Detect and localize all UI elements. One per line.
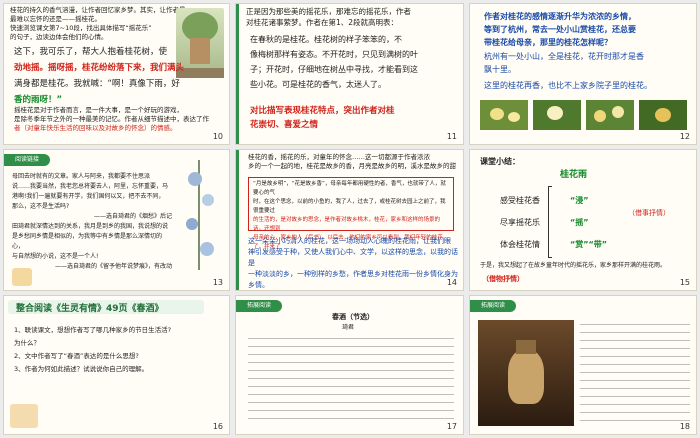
osmanthus-photo-row	[480, 100, 690, 130]
quote-box: “月是故乡明”，“花是故乡香”，母亲每年都用硬性的者，香气，也就带了人，就要心的…	[248, 177, 454, 250]
wine-jar-photo	[478, 320, 574, 426]
section-tab: 拓展阅读	[236, 300, 282, 312]
article-author: 琦君	[342, 324, 355, 331]
slide-13[interactable]: 阅读链接 母回去时就有的文章。家人与阿来，我都要不住思派 说……我要当然，我老您总…	[3, 149, 230, 291]
topic-title: 桂花雨	[560, 170, 588, 180]
summary-text: 桂花的香，摇花的乐，对童年的怀念……这一切都源于作者浓浓 乡的一个一起的地，桂花是…	[248, 153, 456, 170]
side-note-1: （借事抒情）	[628, 209, 670, 217]
page-number: 12	[679, 132, 690, 141]
article-body-lines	[248, 334, 454, 426]
osmanthus-passage: 在春秋的是桂花。桂花树的样子笨笨的，不 像梅树那样有姿态。不开花时，只见到满树的…	[250, 35, 418, 89]
page-number: 11	[446, 132, 457, 141]
page-number: 13	[212, 278, 223, 287]
side-note-2: （借物抒情）	[482, 275, 524, 283]
flower-vine-illustration	[174, 160, 224, 270]
page-number: 14	[446, 278, 457, 287]
slide-10[interactable]: 桂花的持久的香气溶漫，让作者回忆家乡梦。其实，让作者最 最难以忘怀的还是——摇桂花…	[3, 3, 230, 145]
slide-11[interactable]: 正是因为那些美的摇花乐，那难忘的摇花乐，作者 对桂花诸事萦梦。作者在第1、2段就高…	[235, 3, 464, 145]
slide-14[interactable]: 桂花的香，摇花的乐，对童年的怀念……这一切都源于作者浓浓 乡的一个一起的地，桂花是…	[235, 149, 464, 291]
page-number: 17	[446, 422, 457, 431]
child-reading-image	[12, 268, 32, 286]
slide-18[interactable]: 拓展阅读 18	[469, 295, 697, 435]
summary-text: 摇桂花是对于作者而言，是一件大事，是一个好玩的游戏， 是除冬季年节之外的一种最美的…	[14, 106, 209, 132]
page-number: 18	[679, 422, 690, 431]
section-title: 课堂小结：	[480, 157, 520, 166]
section-tab: 拓展阅读	[470, 300, 516, 312]
hangzhou-passage: 杭州有一处小山，全是桂花，花开时那才是香 飘十里。 这里的桂花再香，也比不上家乡院…	[484, 52, 652, 90]
page-number: 16	[212, 422, 223, 431]
question-text: 作者对桂花的感情逐渐升华为浓浓的乡情， 等到了杭州，常去一处小山赏桂花，还总要 带桂…	[484, 12, 636, 47]
bracket-line	[548, 186, 552, 258]
slide-12[interactable]: 作者对桂花的感情逐渐升华为浓浓的乡情， 等到了杭州，常去一处小山赏桂花，还总要 带桂…	[469, 3, 697, 145]
page-number: 10	[212, 132, 223, 141]
section-tab: 阅读链接	[4, 154, 50, 166]
summary-values: “浸” “摇” “赏”“带”	[570, 196, 608, 249]
summary-keys: 感受桂花香 尽享摇花乐 体会桂花情	[500, 196, 540, 249]
footer-text: 于是，我又想起了在故乡童年时代的摇花乐，家乡那样开满的桂花雨。	[480, 262, 667, 269]
slide-15[interactable]: 课堂小结： 桂花雨 感受桂花香 尽享摇花乐 体会桂花情 “浸” “摇” “赏”“带” （…	[469, 149, 697, 291]
shake-passage: 这下，我可乐了，帮大人抱着桂花树，使 劲地摇。摇呀摇，桂花纷纷落下来，我们满头 …	[14, 47, 185, 105]
section-banner: 整合阅读《生灵有情》49页《春酒》	[16, 304, 164, 314]
reading-children-image	[10, 404, 38, 428]
question-list: 1、联读课文，想想作者写了哪几种家乡的节日生活活? 为什么？ 2、文中作者写了“春酒…	[14, 326, 172, 373]
slide-17[interactable]: 拓展阅读 春酒（节选） 琦君 17	[235, 295, 464, 435]
question-text: 正是因为那些美的摇花乐，那难忘的摇花乐，作者 对桂花诸事萦梦。作者在第1、2段就高…	[246, 7, 411, 27]
page-number: 15	[679, 278, 690, 287]
closing-text: 这一朵朵小巧清人的桂花，这一场场动人心魄的桂花雨，让我们眼 神引发感受于种，又使人…	[248, 237, 458, 289]
reading-text: 母回去时就有的文章。家人与阿来，我都要不住思派 说……我要当然，我老您总将要去人，…	[12, 173, 172, 270]
slide-grid: 桂花的持久的香气溶漫，让作者回忆家乡梦。其实，让作者最 最难以忘怀的还是——摇桂花…	[0, 0, 700, 438]
article-body-lines	[580, 320, 690, 426]
slide-16[interactable]: 整合阅读《生灵有情》49页《春酒》 1、联读课文，想想作者写了哪几种家乡的节日生…	[3, 295, 230, 435]
conclusion-text: 对比描写表现桂花特点，突出作者对桂 花崇切、喜爱之情	[250, 106, 395, 130]
